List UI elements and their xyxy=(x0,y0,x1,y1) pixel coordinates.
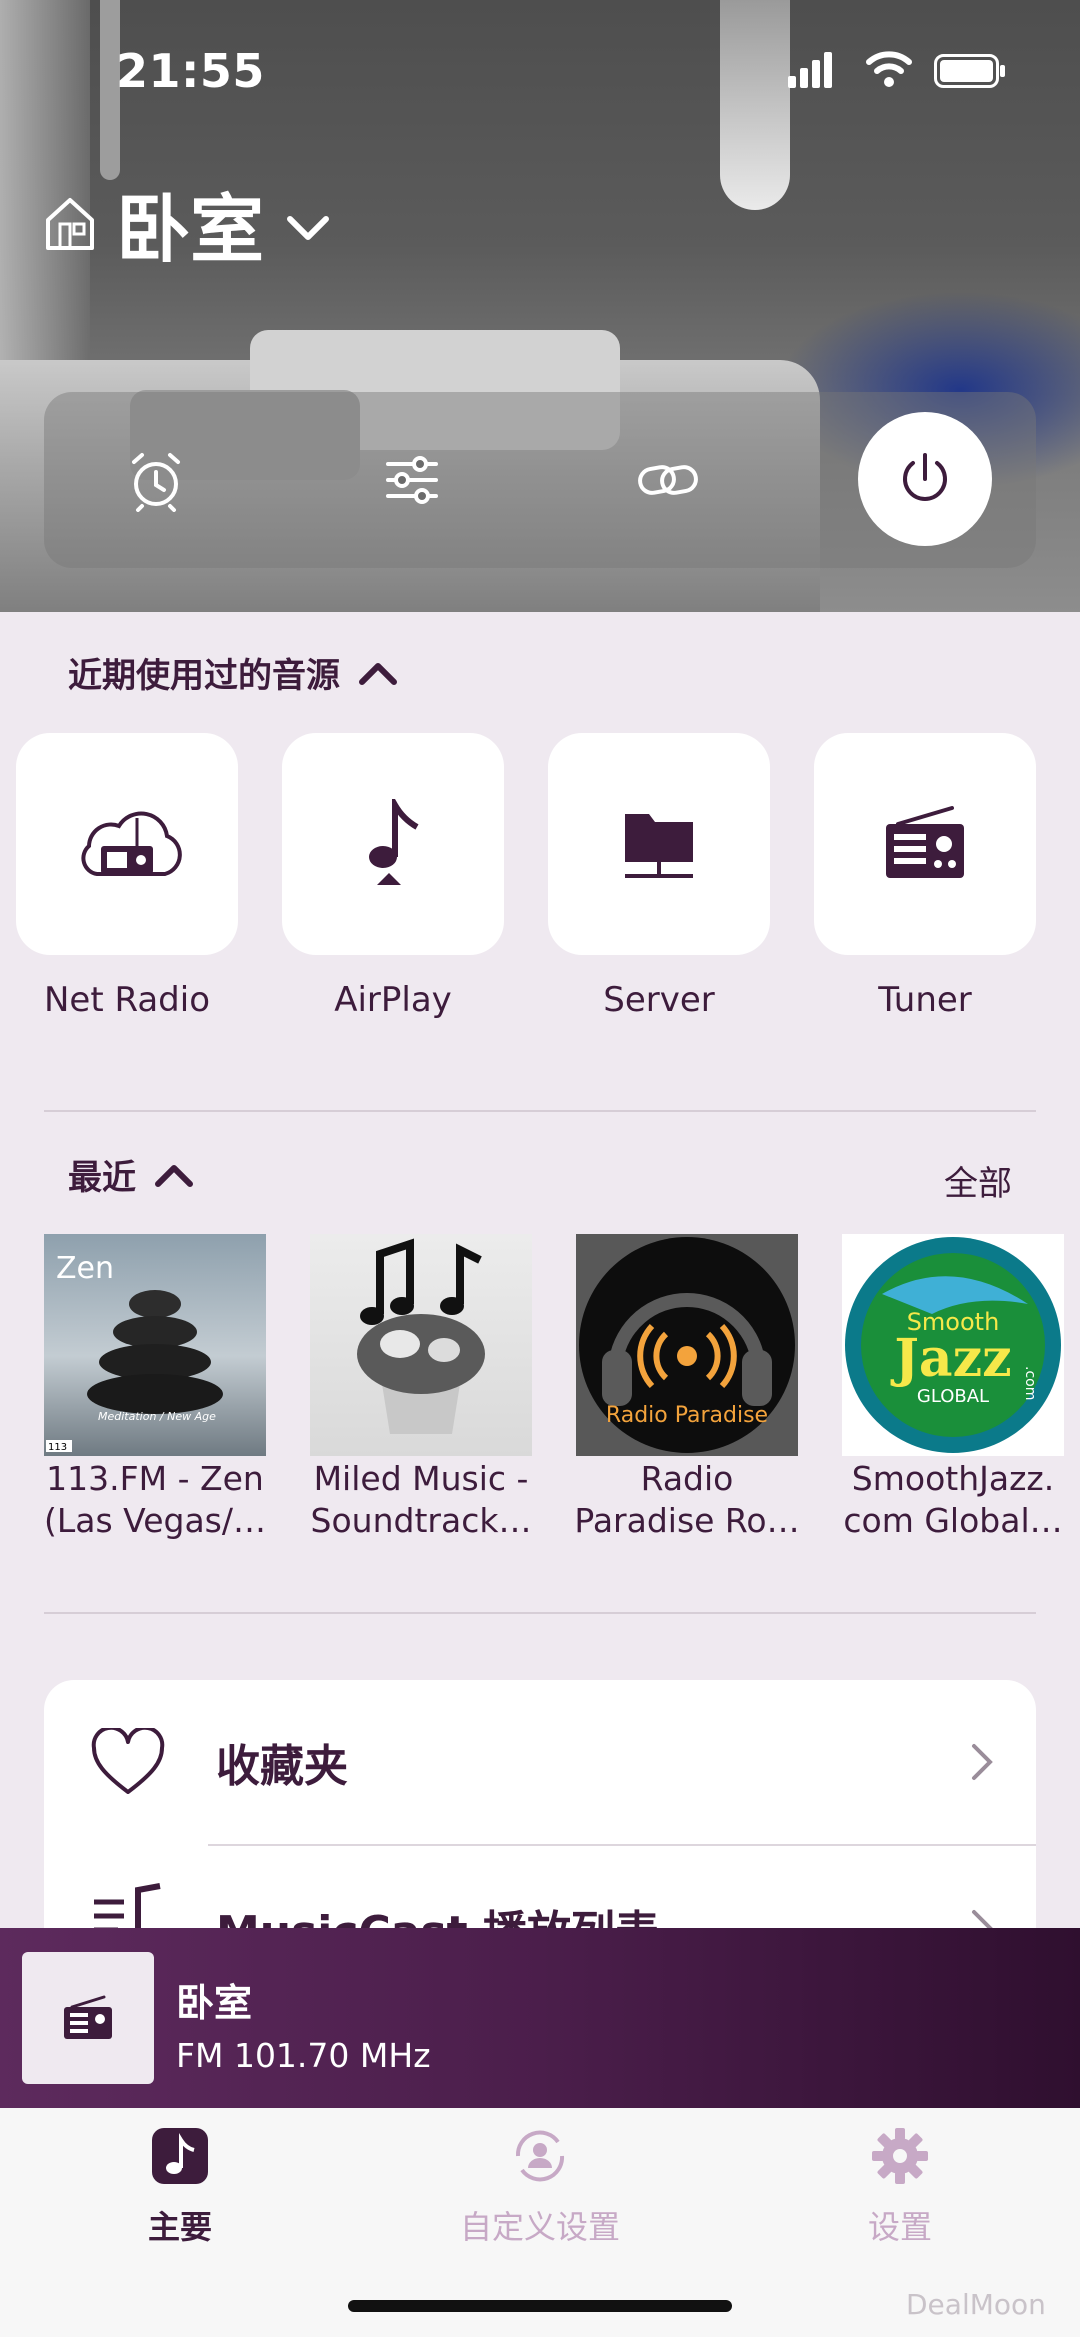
tuner-radio-icon xyxy=(886,806,964,878)
see-all-link[interactable]: 全部 xyxy=(944,1156,1012,1205)
tab-custom-settings[interactable]: 自定义设置 xyxy=(420,2126,660,2248)
source-label-net-radio: Net Radio xyxy=(43,980,211,1020)
user-sync-icon xyxy=(515,2130,565,2182)
source-label-tuner: Tuner xyxy=(878,980,972,1020)
gear-icon xyxy=(872,2128,928,2184)
recent-item-label[interactable]: 113.FM - Zen (Las Vegas/… xyxy=(37,1458,273,1542)
favorites-label: 收藏夹 xyxy=(216,1741,348,1792)
tab-settings-label: 设置 xyxy=(867,2208,932,2246)
tab-main[interactable]: 主要 xyxy=(60,2126,300,2248)
now-playing-room: 卧室 xyxy=(176,1981,253,2025)
recent-item-title-line1: 113.FM - Zen xyxy=(46,1459,264,1498)
airplay-note-icon xyxy=(369,799,419,885)
recent-item-title-line1: SmoothJazz. xyxy=(851,1459,1055,1498)
home-indicator[interactable] xyxy=(348,2300,732,2312)
chevron-up-icon xyxy=(359,662,397,685)
server-folder-icon xyxy=(625,814,693,878)
recent-sources-header[interactable]: 近期使用过的音源 xyxy=(68,648,398,697)
chevron-right-icon xyxy=(972,1744,993,1780)
tab-settings[interactable]: 设置 xyxy=(780,2126,1020,2248)
tab-custom-settings-label: 自定义设置 xyxy=(459,2208,620,2246)
now-playing-artwork xyxy=(22,1952,154,2084)
recent-header[interactable]: 最近 xyxy=(68,1150,194,1199)
chevron-down-icon xyxy=(287,215,329,240)
status-bar: 21:55 xyxy=(0,0,1080,140)
recent-item-title-line1: Radio xyxy=(640,1459,734,1498)
tab-main-label: 主要 xyxy=(147,2208,212,2246)
recent-item-title-line1: Miled Music - xyxy=(313,1459,529,1498)
zen-art-caption: Meditation / New Age xyxy=(98,1410,216,1423)
status-time: 21:55 xyxy=(116,44,265,98)
smoothjazz-art-text-4: .com xyxy=(1022,1366,1038,1400)
recent-item-smoothjazz-art[interactable]: Smooth Jazz GLOBAL .com xyxy=(842,1234,1064,1456)
house-icon xyxy=(46,197,94,250)
net-radio-icon xyxy=(81,811,182,876)
smoothjazz-art-text-2: Jazz xyxy=(890,1328,1011,1389)
radio-paradise-artwork: Radio Paradise xyxy=(579,1237,795,1453)
zen-art-tag: 113 xyxy=(48,1442,67,1453)
source-tile-airplay[interactable] xyxy=(282,733,504,955)
cellular-signal-icon xyxy=(788,52,832,88)
library-menu-card: 收藏夹 MusicCast 播放列表 xyxy=(44,1680,1036,1940)
zen-art-title: Zen xyxy=(56,1251,114,1286)
recent-item-label[interactable]: Miled Music - Soundtrack… xyxy=(303,1458,539,1542)
tuner-radio-icon xyxy=(64,1995,112,2039)
smoothjazz-artwork: Smooth Jazz GLOBAL .com xyxy=(845,1237,1061,1453)
source-label-airplay: AirPlay xyxy=(334,980,452,1020)
recent-item-title-line2: (Las Vegas/… xyxy=(44,1501,266,1540)
heart-icon xyxy=(91,1728,165,1794)
recent-item-title-line2: Soundtrack… xyxy=(310,1501,532,1540)
radio-paradise-art-title: Radio Paradise xyxy=(606,1403,768,1428)
recent-title: 最近 xyxy=(68,1158,136,1198)
smoothjazz-art-text-3: GLOBAL xyxy=(917,1386,989,1407)
favorites-row[interactable]: 收藏夹 xyxy=(44,1680,1036,1844)
recent-item-miled-music-art[interactable] xyxy=(310,1234,532,1456)
recent-item-label[interactable]: Radio Paradise Ro… xyxy=(569,1458,805,1542)
source-tile-tuner[interactable] xyxy=(814,733,1036,955)
chevron-up-icon xyxy=(155,1164,193,1187)
power-icon xyxy=(903,453,947,501)
section-divider xyxy=(44,1110,1036,1112)
battery-icon xyxy=(934,54,1005,88)
room-title: 卧室 xyxy=(116,187,264,273)
recent-item-title-line2: com Global… xyxy=(843,1501,1063,1540)
recent-item-title-line2: Paradise Ro… xyxy=(574,1501,800,1540)
alarm-clock-icon[interactable] xyxy=(124,448,188,512)
equalizer-icon[interactable] xyxy=(380,448,444,512)
link-icon[interactable] xyxy=(636,448,700,512)
section-divider xyxy=(44,1612,1036,1614)
recent-sources-title: 近期使用过的音源 xyxy=(68,656,340,696)
musiccast-playlist-row[interactable]: MusicCast 播放列表 xyxy=(44,1846,1036,1940)
now-playing-bar[interactable]: 卧室 FM 101.70 MHz xyxy=(0,1928,1080,2108)
now-playing-station: FM 101.70 MHz xyxy=(176,2036,431,2075)
source-label-server: Server xyxy=(603,980,715,1020)
source-tile-server[interactable] xyxy=(548,733,770,955)
watermark-text: DealMoon xyxy=(906,2288,1046,2321)
music-notes-artwork xyxy=(357,1238,485,1434)
wifi-icon xyxy=(866,51,912,87)
zen-stones-artwork: Zen Meditation / New Age 113 xyxy=(46,1251,223,1453)
recent-item-113fm-zen-art[interactable]: Zen Meditation / New Age 113 xyxy=(44,1234,266,1456)
room-selector[interactable]: 卧室 xyxy=(44,170,330,277)
recent-item-label[interactable]: SmoothJazz. com Global… xyxy=(835,1458,1071,1542)
music-note-icon xyxy=(152,2128,208,2184)
source-tile-net-radio[interactable] xyxy=(16,733,238,955)
recent-item-radio-paradise-art[interactable]: Radio Paradise xyxy=(576,1234,798,1456)
power-button[interactable] xyxy=(858,412,992,546)
